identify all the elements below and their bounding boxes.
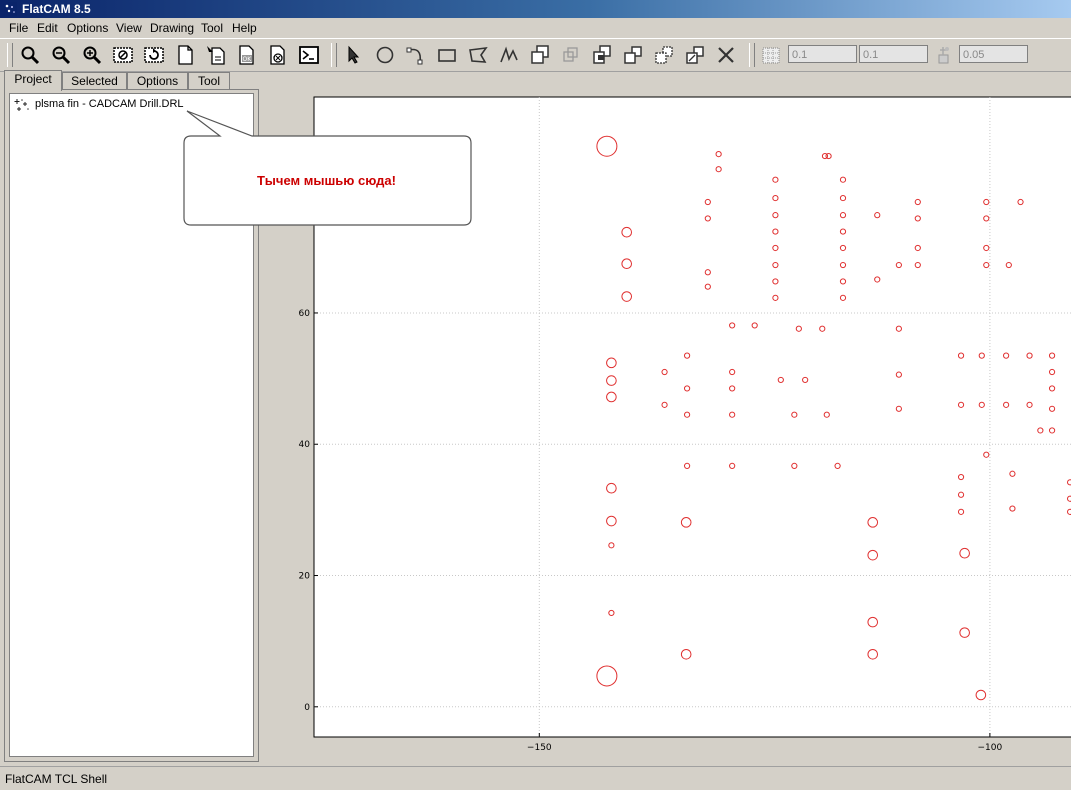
arc-icon — [406, 47, 423, 65]
snap-corner-button[interactable] — [931, 42, 957, 68]
subtract-icon — [624, 46, 642, 64]
clear-plot-button[interactable] — [110, 42, 136, 68]
tab-project[interactable]: Project — [4, 70, 62, 91]
grid-icon — [762, 47, 780, 64]
clear-plot-icon — [113, 47, 133, 63]
menu-view[interactable]: View — [116, 21, 142, 35]
zoom-out-button[interactable] — [48, 42, 74, 68]
project-item-label: plsma fin - CADCAM Drill.DRL — [35, 98, 184, 110]
move-icon — [531, 45, 549, 64]
menu-options[interactable]: Options — [67, 21, 108, 35]
intersection-icon — [593, 45, 611, 64]
cut-path-button[interactable] — [651, 42, 677, 68]
snap-max-input[interactable]: 0.05 — [959, 45, 1028, 63]
x-tick-label: −100 — [978, 743, 1003, 753]
status-bar: FlatCAM TCL Shell — [0, 766, 1071, 790]
rectangle-icon — [438, 49, 456, 62]
snap-corner-icon — [938, 47, 949, 64]
close-icon — [718, 47, 734, 63]
y-tick-label: 60 — [299, 309, 311, 319]
flatcam-app-icon — [3, 2, 17, 16]
new-project-button[interactable] — [172, 42, 198, 68]
menu-help[interactable]: Help — [232, 21, 257, 35]
new-geometry-button[interactable] — [203, 42, 229, 68]
grid-y-input[interactable]: 0.1 — [859, 45, 928, 63]
union-icon — [563, 47, 578, 62]
add-arc-button[interactable] — [403, 42, 429, 68]
replot-icon — [144, 47, 164, 63]
delete-object-button[interactable] — [265, 42, 291, 68]
new-geometry-icon — [207, 46, 225, 65]
terminal-icon — [299, 46, 319, 64]
menu-drawing[interactable]: Drawing — [150, 21, 194, 35]
path-icon — [500, 46, 518, 63]
circle-icon — [376, 46, 394, 64]
zoom-fit-button[interactable] — [17, 42, 43, 68]
title-bar: FlatCAM 8.5 — [0, 0, 1071, 18]
status-text: FlatCAM TCL Shell — [5, 772, 108, 786]
new-document-icon — [178, 45, 193, 65]
snap-grid-button[interactable] — [758, 42, 784, 68]
add-polygon-button[interactable] — [465, 42, 491, 68]
tab-options[interactable]: Options — [127, 72, 188, 90]
copy-objects-icon — [686, 46, 704, 64]
menu-tool[interactable]: Tool — [201, 21, 223, 35]
polygon-icon — [469, 46, 488, 63]
union-button[interactable] — [558, 42, 584, 68]
cut-path-icon — [655, 46, 673, 64]
grid-x-input[interactable]: 0.1 — [788, 45, 857, 63]
zoom-in-icon — [83, 46, 102, 65]
delete-document-icon — [270, 45, 285, 65]
delete-shape-button[interactable] — [713, 42, 739, 68]
toolbar-grip[interactable] — [331, 43, 337, 67]
add-path-button[interactable] — [496, 42, 522, 68]
menu-bar: File Edit Options View Drawing Tool Help — [0, 18, 1071, 37]
move-objects-button[interactable] — [527, 42, 553, 68]
replot-button[interactable] — [141, 42, 167, 68]
toolbar-grip[interactable] — [7, 43, 13, 67]
y-tick-label: 40 — [299, 440, 311, 450]
subtract-button[interactable] — [620, 42, 646, 68]
shell-button[interactable] — [296, 42, 322, 68]
svg-text:OK: OK — [243, 56, 253, 63]
zoom-out-icon — [52, 46, 71, 65]
main-toolbar: OK 0.1 0.1 0.05 — [0, 38, 1071, 72]
copy-objects-button[interactable] — [682, 42, 708, 68]
callout-balloon — [183, 110, 472, 226]
tab-selected[interactable]: Selected — [62, 72, 127, 90]
menu-file[interactable]: File — [9, 21, 28, 35]
add-circle-button[interactable] — [372, 42, 398, 68]
drill-object-icon — [14, 99, 29, 111]
y-tick-label: 20 — [299, 572, 311, 582]
menu-edit[interactable]: Edit — [37, 21, 58, 35]
add-rectangle-button[interactable] — [434, 42, 460, 68]
intersection-button[interactable] — [589, 42, 615, 68]
zoom-fit-icon — [21, 46, 40, 65]
toolbar-grip[interactable] — [749, 43, 755, 67]
callout-text: Тычем мышью сюда! — [257, 173, 396, 188]
x-tick-label: −150 — [527, 743, 552, 753]
ok-document-button[interactable]: OK — [234, 42, 260, 68]
tab-tool[interactable]: Tool — [188, 72, 230, 90]
select-tool-button[interactable] — [341, 42, 367, 68]
y-tick-label: 0 — [304, 703, 310, 713]
window-title: FlatCAM 8.5 — [22, 2, 91, 16]
pointer-arrow-icon — [348, 45, 360, 64]
zoom-in-button[interactable] — [79, 42, 105, 68]
ok-document-icon: OK — [239, 45, 254, 65]
